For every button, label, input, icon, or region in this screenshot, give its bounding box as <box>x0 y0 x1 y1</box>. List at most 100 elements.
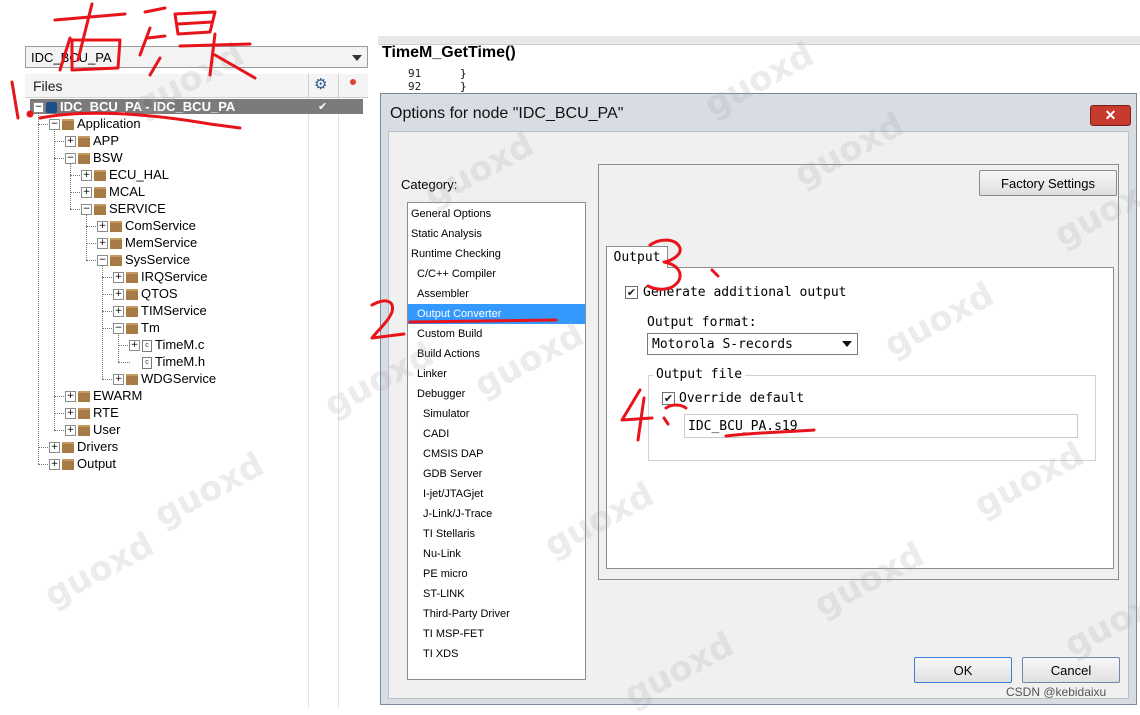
code-line: } <box>460 67 467 80</box>
tree-item[interactable]: + Drivers <box>49 438 118 455</box>
folder-icon <box>62 442 74 454</box>
workspace-config-value: IDC_BCU_PA <box>31 50 112 65</box>
category-item[interactable]: CADI <box>423 424 449 444</box>
expand-icon[interactable]: + <box>65 425 76 437</box>
output-file-input[interactable]: IDC_BCU_PA.s19 <box>684 414 1078 438</box>
tab-output[interactable]: Output <box>606 246 668 268</box>
tree-item-label: QTOS <box>141 286 178 301</box>
tree-item[interactable]: + WDGService <box>113 370 216 387</box>
category-item[interactable]: Runtime Checking <box>411 244 501 264</box>
editor-function-title: TimeM_GetTime() <box>382 44 516 61</box>
tree-item[interactable]: + TIMService <box>113 302 207 319</box>
category-item[interactable]: I-jet/JTAGjet <box>423 484 483 504</box>
category-item[interactable]: C/C++ Compiler <box>417 264 496 284</box>
tree-item[interactable]: + QTOS <box>113 285 178 302</box>
editor-code[interactable]: } } <box>460 67 467 93</box>
tree-item[interactable]: − BSW <box>65 149 123 166</box>
tree-item[interactable]: + User <box>65 421 120 438</box>
category-item[interactable]: GDB Server <box>423 464 482 484</box>
output-format-select[interactable]: Motorola S-records <box>647 333 858 355</box>
file-tree: − IDC_BCU_PA - IDC_BCU_PA ✔ − Application + AP… <box>25 98 368 708</box>
expand-icon[interactable]: + <box>129 340 140 352</box>
tree-item-label: User <box>93 422 121 437</box>
category-item[interactable]: TI Stellaris <box>423 524 475 544</box>
category-item[interactable]: PE micro <box>423 564 468 584</box>
expand-icon[interactable]: + <box>65 136 76 148</box>
dialog-title: Options for node "IDC_BCU_PA" <box>390 105 624 122</box>
tree-item-label: RTE <box>93 405 119 420</box>
tree-item[interactable]: + RTE <box>65 404 119 421</box>
folder-icon <box>78 391 90 403</box>
tree-item[interactable]: + Output <box>49 455 116 472</box>
category-item[interactable]: Assembler <box>417 284 469 304</box>
expand-icon[interactable]: + <box>49 442 60 454</box>
generate-output-checkbox[interactable]: ✔ <box>625 286 638 299</box>
folder-icon <box>78 408 90 420</box>
tree-item-label: Output <box>77 456 117 471</box>
tree-item[interactable]: − SysService <box>97 251 190 268</box>
tree-item[interactable]: + c TimeM.c <box>129 336 204 353</box>
expand-icon[interactable]: + <box>97 221 108 233</box>
category-item[interactable]: Static Analysis <box>411 224 482 244</box>
tree-item-label: SERVICE <box>109 201 166 216</box>
tree-item-label: BSW <box>93 150 123 165</box>
generate-output-label: Generate additional output <box>643 285 847 300</box>
editor-line-numbers: 91 92 <box>408 67 421 93</box>
expand-icon[interactable]: + <box>113 374 124 386</box>
tree-item[interactable]: + MCAL <box>81 183 145 200</box>
tree-item[interactable]: − Application <box>49 115 141 132</box>
expand-icon[interactable]: + <box>113 289 124 301</box>
tree-item[interactable]: + EWARM <box>65 387 142 404</box>
expand-icon[interactable]: + <box>81 187 92 199</box>
expand-icon[interactable]: + <box>113 272 124 284</box>
category-item[interactable]: CMSIS DAP <box>423 444 484 464</box>
category-item[interactable]: Debugger <box>417 384 465 404</box>
folder-icon <box>78 136 90 148</box>
tree-item[interactable]: − SERVICE <box>81 200 166 217</box>
expand-icon[interactable]: + <box>113 306 124 318</box>
category-item[interactable]: TI MSP-FET <box>423 624 484 644</box>
category-item[interactable]: Simulator <box>423 404 469 424</box>
tree-item[interactable]: + APP <box>65 132 119 149</box>
folder-icon <box>126 374 138 386</box>
gear-icon[interactable]: ⚙ <box>314 75 327 93</box>
category-item[interactable]: J-Link/J-Trace <box>423 504 492 524</box>
category-item[interactable]: TI XDS <box>423 644 458 664</box>
expand-icon[interactable]: + <box>49 459 60 471</box>
override-default-label: Override default <box>679 391 805 406</box>
tree-item[interactable]: + ComService <box>97 217 196 234</box>
folder-icon <box>78 153 90 165</box>
folder-icon <box>110 238 122 250</box>
category-item[interactable]: Third-Party Driver <box>423 604 510 624</box>
cancel-button[interactable]: Cancel <box>1022 657 1120 683</box>
category-item[interactable]: Nu-Link <box>423 544 461 564</box>
chevron-down-icon <box>352 55 362 61</box>
output-format-label: Output format: <box>647 315 757 330</box>
category-item[interactable]: Custom Build <box>417 324 482 344</box>
tree-item[interactable]: c TimeM.h <box>129 353 205 370</box>
category-item[interactable]: ST-LINK <box>423 584 465 604</box>
tree-item-label: MCAL <box>109 184 146 199</box>
folder-icon <box>110 221 122 233</box>
expand-icon[interactable]: + <box>65 408 76 420</box>
override-default-checkbox[interactable]: ✔ <box>662 392 675 405</box>
expand-icon[interactable]: + <box>97 238 108 250</box>
expand-icon[interactable]: + <box>65 391 76 403</box>
folder-icon <box>126 272 138 284</box>
ok-button[interactable]: OK <box>914 657 1012 683</box>
checkmark-icon: ✔ <box>318 100 328 113</box>
tree-item[interactable]: + ECU_HAL <box>81 166 169 183</box>
expand-icon[interactable]: + <box>81 170 92 182</box>
close-icon[interactable]: ✕ <box>1090 105 1131 126</box>
output-format-value: Motorola S-records <box>652 337 793 352</box>
line-number: 92 <box>408 80 422 93</box>
tree-item[interactable]: − Tm <box>113 319 160 336</box>
tree-item[interactable]: + MemService <box>97 234 197 251</box>
tree-item-label: EWARM <box>93 388 143 403</box>
tree-item-label: ComService <box>125 218 196 233</box>
tree-item[interactable]: + IRQService <box>113 268 207 285</box>
category-list[interactable]: General Options Static Analysis Runtime Ch… <box>407 202 586 680</box>
tree-item-label: SysService <box>125 252 191 267</box>
footer-credit: CSDN @kebidaixu <box>1006 685 1107 699</box>
factory-settings-button[interactable]: Factory Settings <box>979 170 1117 196</box>
